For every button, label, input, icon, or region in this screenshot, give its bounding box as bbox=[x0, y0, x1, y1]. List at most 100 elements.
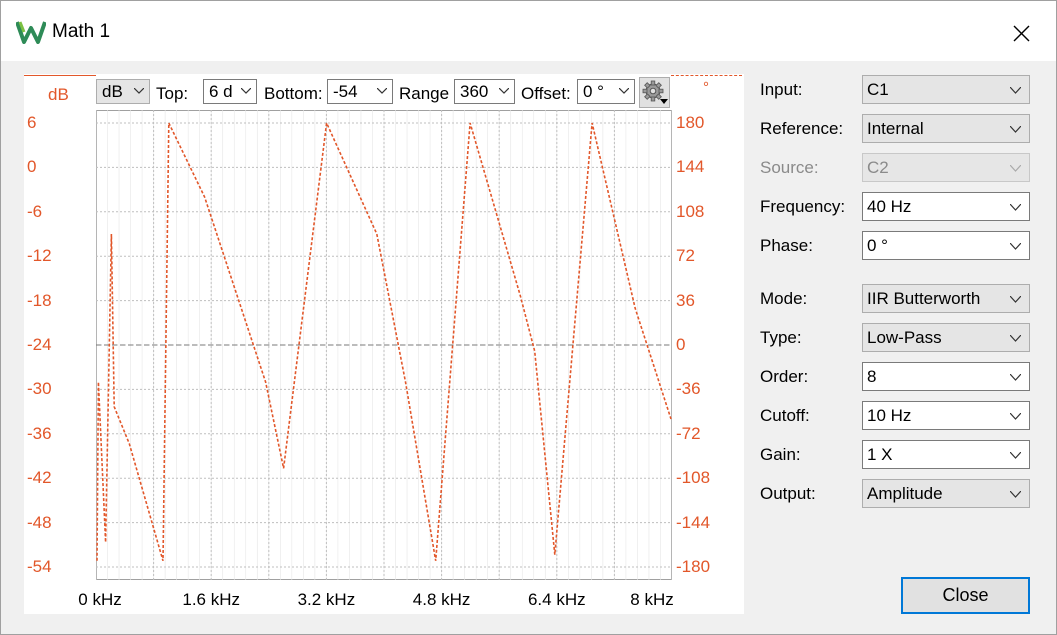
range-label: Range bbox=[399, 84, 450, 103]
chevron-down-icon bbox=[1010, 165, 1021, 172]
chevron-down-icon bbox=[1010, 491, 1021, 498]
mode-select-value: IIR Butterworth bbox=[867, 289, 981, 308]
input-label: Input: bbox=[760, 80, 803, 99]
gear-icon bbox=[642, 80, 668, 104]
chevron-down-icon bbox=[1010, 452, 1021, 459]
offset-label: Offset: bbox=[521, 84, 571, 103]
y-left-tick-label: -18 bbox=[27, 290, 52, 310]
output-select[interactable]: Amplitude bbox=[862, 479, 1030, 508]
chevron-down-icon bbox=[377, 88, 387, 94]
top-input-value: 6 d bbox=[209, 82, 233, 101]
title-bar: Math 1 bbox=[1, 1, 1056, 61]
frequency-label: Frequency: bbox=[760, 197, 846, 216]
reference-select-value: Internal bbox=[867, 119, 924, 138]
input-select-value: C1 bbox=[867, 80, 889, 99]
phase-input-value: 0 ° bbox=[867, 236, 888, 255]
cutoff-label: Cutoff: bbox=[760, 406, 810, 425]
top-input[interactable]: 6 d bbox=[203, 79, 257, 104]
gain-input[interactable]: 1 X bbox=[862, 440, 1030, 469]
reference-label: Reference: bbox=[760, 119, 844, 138]
y-left-tick-label: -6 bbox=[27, 201, 43, 221]
output-label: Output: bbox=[760, 484, 816, 503]
mode-label: Mode: bbox=[760, 289, 808, 308]
source-label: Source: bbox=[760, 158, 819, 177]
y-right-tick-label: 36 bbox=[676, 290, 695, 310]
y-right-tick-label: -36 bbox=[676, 379, 701, 399]
plot-area[interactable] bbox=[96, 110, 672, 580]
left-axis-marker bbox=[24, 75, 96, 76]
top-label: Top: bbox=[156, 84, 189, 103]
chevron-down-icon bbox=[1010, 374, 1021, 381]
right-axis-marker bbox=[671, 75, 742, 76]
y-right-tick-label: 108 bbox=[676, 201, 705, 221]
offset-input[interactable]: 0 ° bbox=[577, 79, 635, 104]
y-left-tick-label: -54 bbox=[27, 557, 52, 576]
order-label: Order: bbox=[760, 367, 809, 386]
waveforms-logo-icon bbox=[16, 21, 46, 44]
y-left-tick-label: 0 bbox=[27, 157, 37, 177]
input-select[interactable]: C1 bbox=[862, 75, 1030, 104]
y-right-tick-label: -108 bbox=[676, 468, 711, 488]
range-input-value: 360 bbox=[460, 82, 489, 101]
phase-input[interactable]: 0 ° bbox=[862, 231, 1030, 260]
window-title: Math 1 bbox=[52, 21, 111, 42]
type-select-value: Low-Pass bbox=[867, 328, 942, 347]
x-tick-label: 8 kHz bbox=[630, 590, 674, 609]
y-right-tick-label: 0 bbox=[676, 335, 686, 354]
frequency-input-value: 40 Hz bbox=[867, 197, 912, 216]
left-axis-unit: dB bbox=[48, 85, 69, 104]
chevron-down-icon bbox=[1010, 87, 1021, 94]
bottom-label: Bottom: bbox=[264, 84, 323, 103]
source-select: C2 bbox=[862, 153, 1030, 182]
y-left-tick-label: -12 bbox=[27, 246, 52, 266]
y-left-tick-label: -48 bbox=[27, 512, 52, 532]
gain-label: Gain: bbox=[760, 445, 801, 464]
x-tick-label: 0 kHz bbox=[78, 590, 122, 609]
close-icon[interactable] bbox=[1006, 19, 1036, 47]
y-right-tick-label: 144 bbox=[676, 157, 705, 177]
right-axis-unit: ° bbox=[703, 79, 709, 96]
close-button[interactable]: Close bbox=[901, 577, 1030, 614]
y-left-tick-label: -36 bbox=[27, 423, 52, 443]
unit-select[interactable]: dB bbox=[96, 79, 150, 104]
y-right-tick-label: 72 bbox=[676, 246, 695, 266]
chevron-down-icon bbox=[241, 88, 251, 94]
cutoff-input-value: 10 Hz bbox=[867, 406, 912, 425]
frequency-input[interactable]: 40 Hz bbox=[862, 192, 1030, 221]
type-label: Type: bbox=[760, 328, 802, 347]
chevron-down-icon bbox=[1010, 296, 1021, 303]
chevron-down-icon bbox=[1010, 204, 1021, 211]
chevron-down-icon bbox=[1010, 126, 1021, 133]
y-left-tick-label: -30 bbox=[27, 379, 52, 399]
bottom-input[interactable]: -54 bbox=[327, 79, 393, 104]
y-left-tick-label: 6 bbox=[27, 113, 37, 132]
chevron-down-icon bbox=[1010, 413, 1021, 420]
chevron-down-icon bbox=[134, 88, 144, 94]
chevron-down-icon bbox=[619, 88, 629, 94]
offset-input-value: 0 ° bbox=[583, 82, 604, 101]
x-tick-label: 3.2 kHz bbox=[297, 590, 356, 609]
phase-label: Phase: bbox=[760, 236, 813, 255]
order-input[interactable]: 8 bbox=[862, 362, 1030, 391]
y-left-tick-label: -24 bbox=[27, 335, 52, 354]
mode-select[interactable]: IIR Butterworth bbox=[862, 284, 1030, 313]
y-right-tick-label: -144 bbox=[676, 512, 711, 532]
reference-select[interactable]: Internal bbox=[862, 114, 1030, 143]
cutoff-input[interactable]: 10 Hz bbox=[862, 401, 1030, 430]
bottom-input-value: -54 bbox=[333, 82, 358, 101]
settings-button[interactable] bbox=[639, 77, 670, 108]
type-select[interactable]: Low-Pass bbox=[862, 323, 1030, 352]
range-input[interactable]: 360 bbox=[454, 79, 515, 104]
output-select-value: Amplitude bbox=[867, 484, 943, 503]
y-left-tick-label: -42 bbox=[27, 468, 52, 488]
unit-select-value: dB bbox=[102, 82, 123, 101]
chevron-down-icon bbox=[1010, 243, 1021, 250]
chevron-down-icon bbox=[499, 88, 509, 94]
x-tick-label: 6.4 kHz bbox=[527, 590, 586, 609]
x-tick-label: 1.6 kHz bbox=[182, 590, 240, 609]
x-tick-label: 4.8 kHz bbox=[412, 590, 471, 609]
order-input-value: 8 bbox=[867, 367, 877, 386]
source-select-value: C2 bbox=[867, 158, 889, 177]
y-right-tick-label: -72 bbox=[676, 423, 701, 443]
chevron-down-icon bbox=[1010, 335, 1021, 342]
